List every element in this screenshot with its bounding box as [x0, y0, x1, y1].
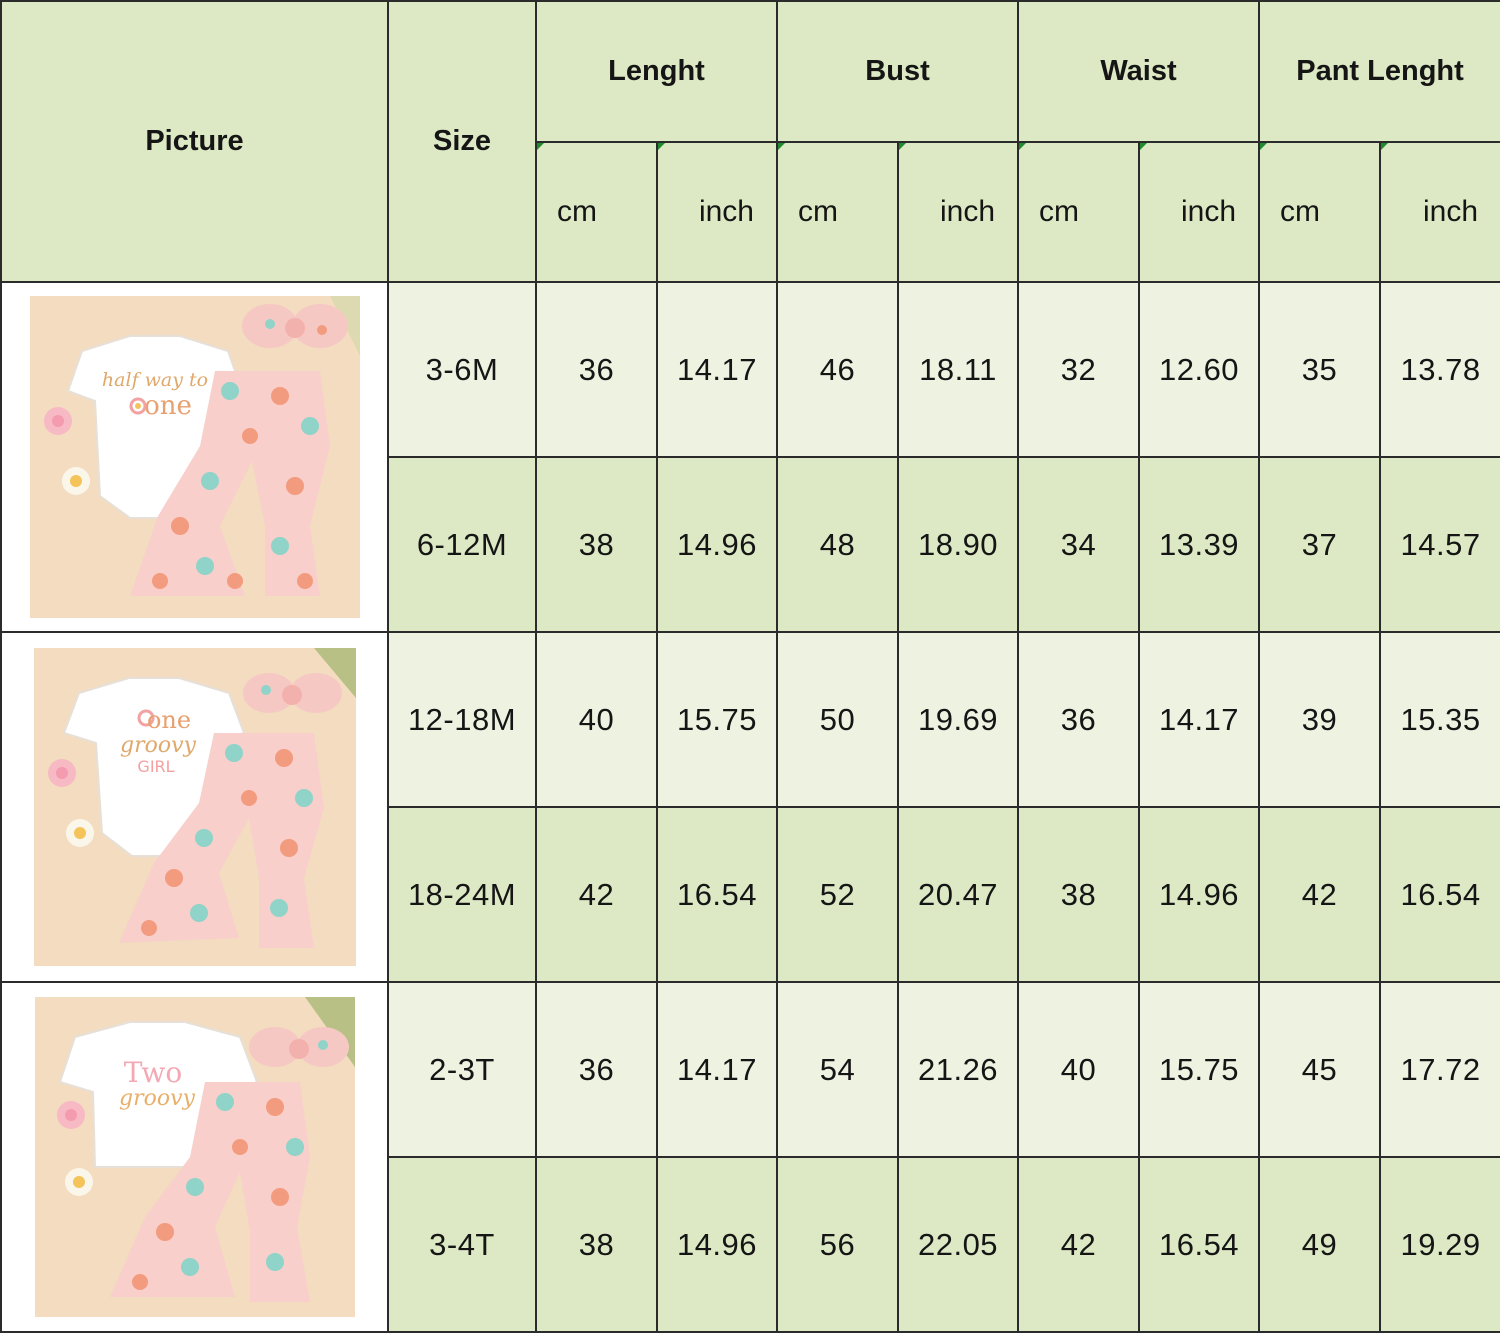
value-cell: 13.78 [1379, 281, 1500, 458]
header-row-groups: Picture Size Lenght Bust Waist Pant Leng… [0, 0, 1500, 283]
product-picture-cell: one groovy GIRL [0, 631, 389, 983]
print-line2: groovy [120, 733, 197, 758]
value-cell: 16.54 [1379, 806, 1500, 983]
size-cell: 3-4T [387, 1156, 537, 1333]
value-cell: 18.11 [896, 281, 1020, 458]
print-line3: GIRL [137, 757, 174, 776]
value-cell: 18.90 [896, 456, 1020, 633]
unit-header: cm [1258, 141, 1382, 283]
value-cell: 36 [535, 281, 658, 458]
value-cell: 32 [1017, 281, 1141, 458]
value-cell: 16.54 [656, 806, 778, 983]
value-cell: 38 [535, 1156, 658, 1333]
value-cell: 42 [1258, 806, 1382, 983]
value-cell: 16.54 [1138, 1156, 1261, 1333]
value-cell: 22.05 [896, 1156, 1020, 1333]
value-cell: 35 [1258, 281, 1382, 458]
value-cell: 42 [535, 806, 658, 983]
value-cell: 36 [535, 981, 658, 1158]
bust-header: Bust [775, 0, 1020, 143]
value-cell: 12.60 [1138, 281, 1261, 458]
unit-header: cm [776, 141, 899, 283]
size-cell: 18-24M [387, 806, 537, 983]
value-cell: 37 [1258, 456, 1382, 633]
table-row: half way to one 3-6M 36 14.17 46 18.11 3… [0, 281, 1500, 633]
value-cell: 40 [1017, 981, 1141, 1158]
table-row: Two groovy 2-3T 36 14.17 54 21.26 40 15.… [0, 981, 1500, 1333]
value-cell: 14.17 [656, 981, 778, 1158]
print-line1: Two [123, 1056, 182, 1089]
value-cell: 54 [776, 981, 899, 1158]
value-cell: 34 [1017, 456, 1141, 633]
value-cell: 48 [776, 456, 899, 633]
value-cell: 14.96 [1138, 806, 1261, 983]
value-cell: 20.47 [896, 806, 1020, 983]
value-cell: 13.39 [1138, 456, 1261, 633]
size-cell: 3-6M [387, 281, 537, 458]
unit-header: inch [896, 141, 1020, 283]
value-cell: 14.96 [656, 1156, 778, 1333]
value-cell: 19.69 [896, 631, 1020, 808]
value-cell: 15.35 [1379, 631, 1500, 808]
unit-header: inch [656, 141, 778, 283]
unit-header: cm [1017, 141, 1141, 283]
value-cell: 52 [776, 806, 899, 983]
picture-header: Picture [0, 0, 389, 283]
value-cell: 38 [1017, 806, 1141, 983]
value-cell: 49 [1258, 1156, 1382, 1333]
value-cell: 14.17 [1138, 631, 1261, 808]
value-cell: 15.75 [656, 631, 778, 808]
unit-header: inch [1379, 141, 1500, 283]
product-picture-cell: Two groovy [0, 981, 389, 1333]
value-cell: 21.26 [896, 981, 1020, 1158]
table-row: one groovy GIRL 12-18M 40 15.75 50 19.69… [0, 631, 1500, 983]
length-header: Lenght [535, 0, 778, 143]
print-line2: one [144, 391, 192, 421]
print-line1: one [146, 706, 190, 734]
waist-header: Waist [1017, 0, 1261, 143]
size-cell: 6-12M [387, 456, 537, 633]
value-cell: 46 [776, 281, 899, 458]
value-cell: 17.72 [1379, 981, 1500, 1158]
value-cell: 56 [776, 1156, 899, 1333]
unit-header: inch [1138, 141, 1261, 283]
value-cell: 45 [1258, 981, 1382, 1158]
outfit-photo-one-groovy-girl: one groovy GIRL [33, 648, 356, 966]
print-line1: half way to [101, 369, 207, 391]
value-cell: 14.57 [1379, 456, 1500, 633]
outfit-photo-two-groovy: Two groovy [34, 997, 355, 1317]
value-cell: 50 [776, 631, 899, 808]
outfit-photo-halfway-to-one: half way to one [29, 296, 360, 618]
value-cell: 39 [1258, 631, 1382, 808]
value-cell: 40 [535, 631, 658, 808]
value-cell: 36 [1017, 631, 1141, 808]
size-header: Size [387, 0, 537, 283]
value-cell: 19.29 [1379, 1156, 1500, 1333]
value-cell: 14.17 [656, 281, 778, 458]
size-chart-table: Picture Size Lenght Bust Waist Pant Leng… [0, 0, 1500, 1333]
size-cell: 12-18M [387, 631, 537, 808]
product-picture-cell: half way to one [0, 281, 389, 633]
value-cell: 42 [1017, 1156, 1141, 1333]
value-cell: 15.75 [1138, 981, 1261, 1158]
value-cell: 38 [535, 456, 658, 633]
print-line2: groovy [119, 1086, 196, 1111]
value-cell: 14.96 [656, 456, 778, 633]
unit-header: cm [535, 141, 658, 283]
pant-length-header: Pant Lenght [1258, 0, 1500, 143]
size-cell: 2-3T [387, 981, 537, 1158]
